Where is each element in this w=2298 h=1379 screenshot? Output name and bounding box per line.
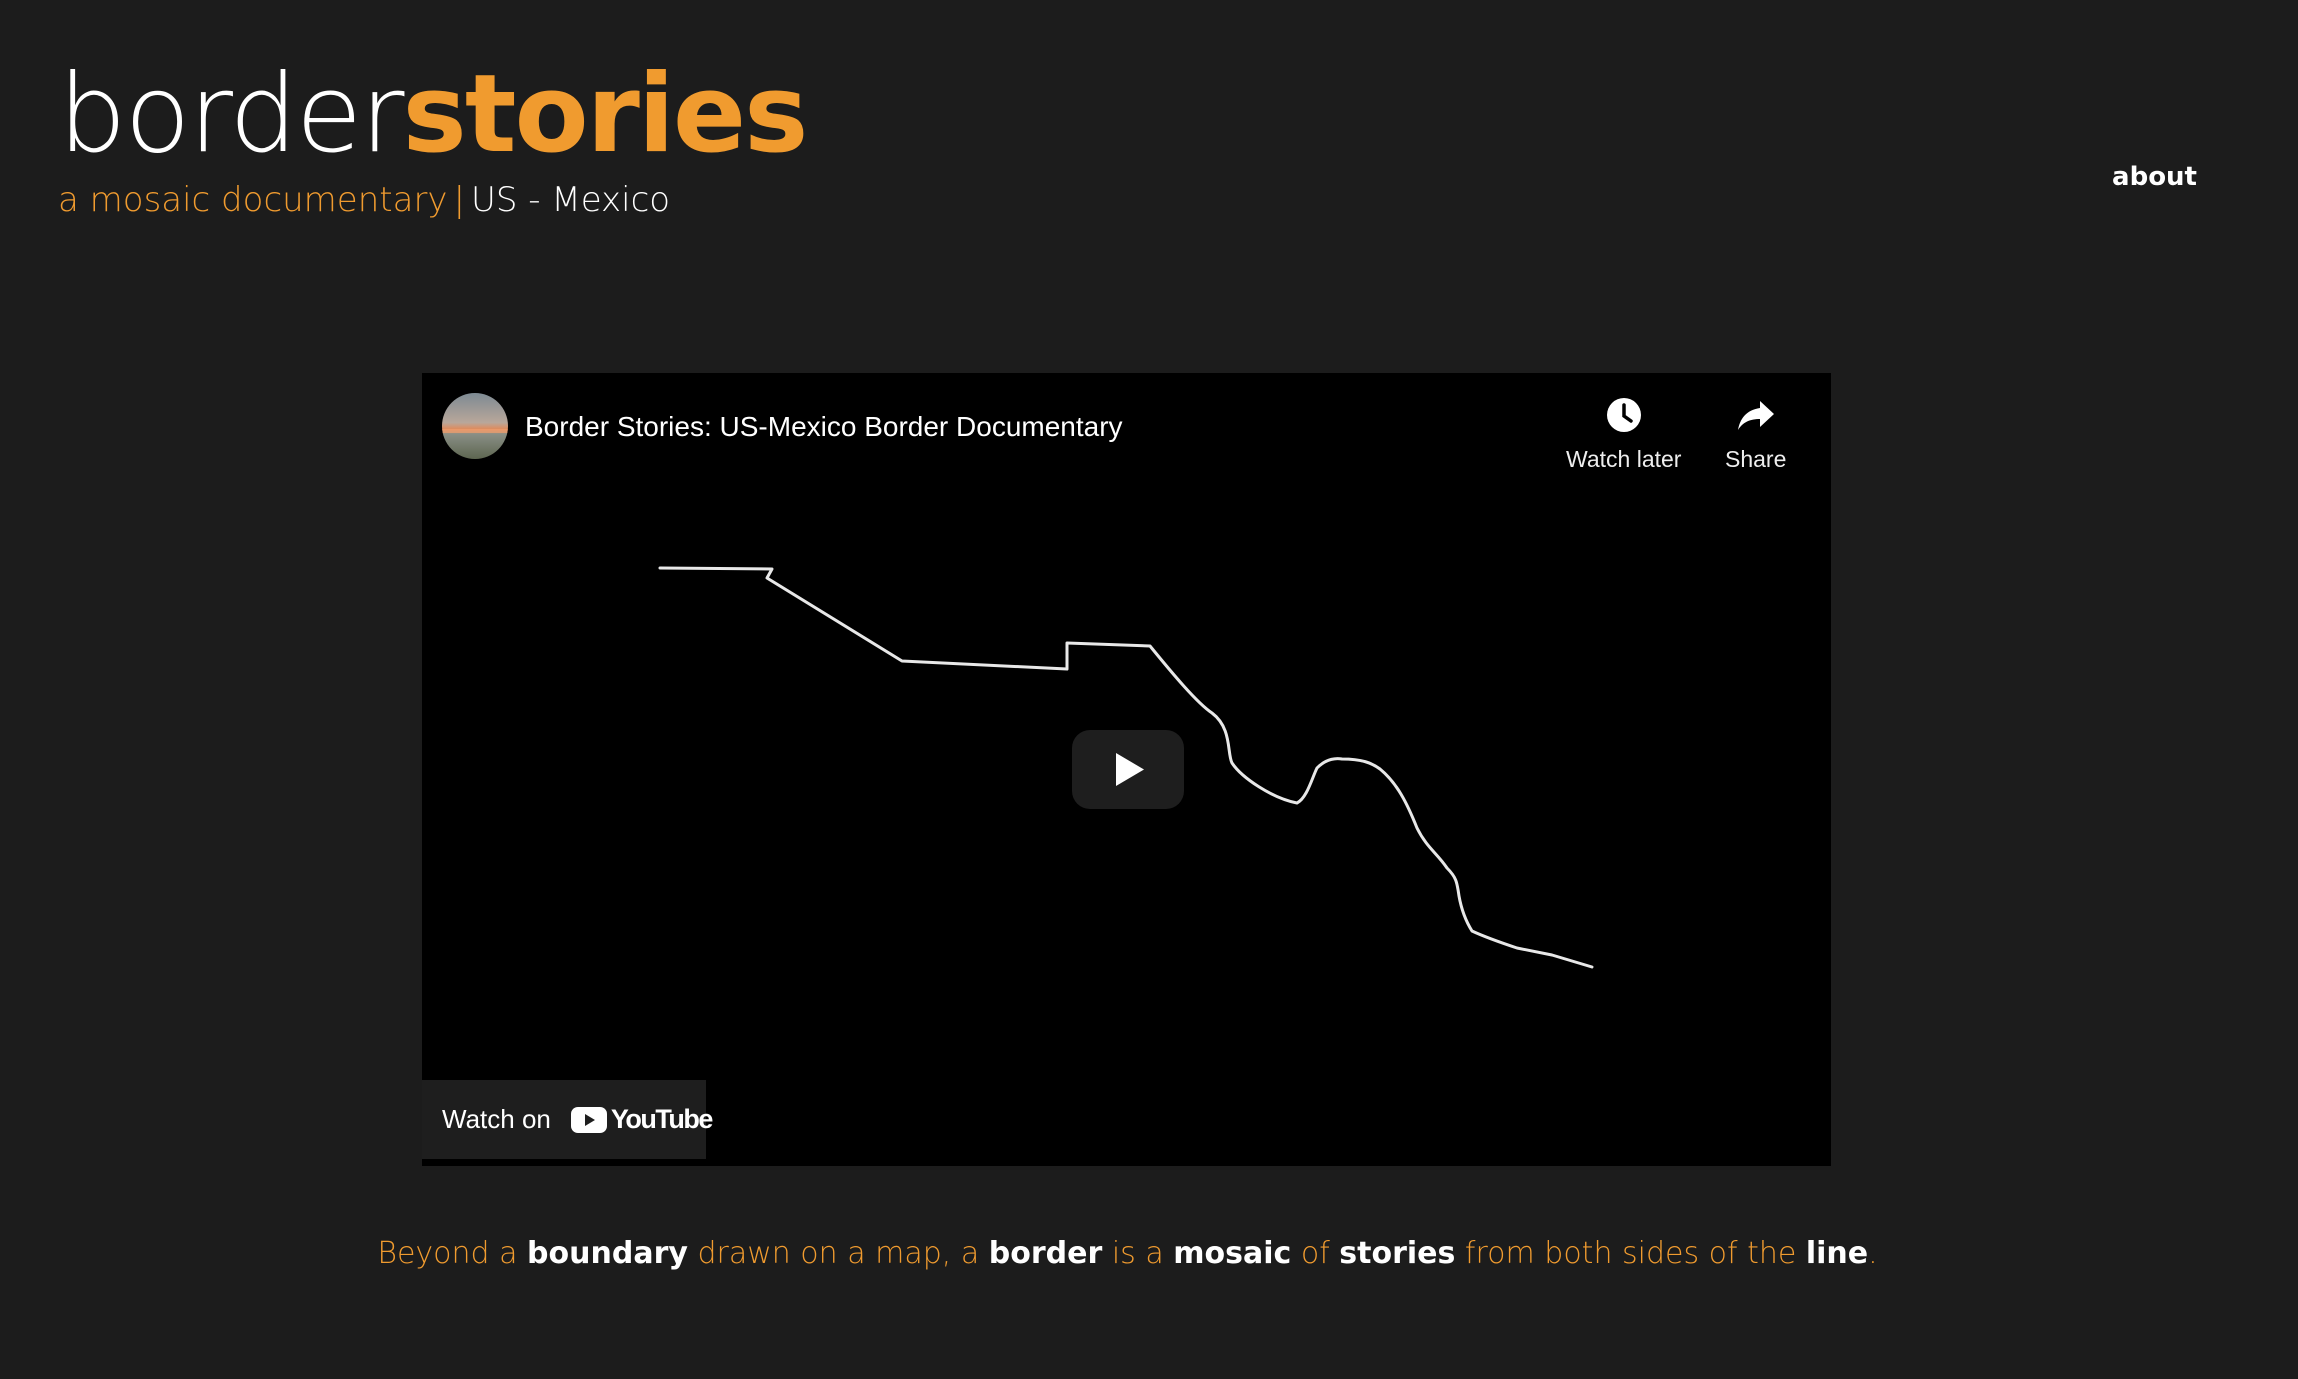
page: borderstories a mosaic documentary | US - … [0,0,2298,1379]
logo-word-stories: stories [402,52,809,177]
channel-avatar[interactable] [442,393,508,459]
caption-text: drawn on a map, a [687,1236,989,1271]
nav-about-link[interactable]: about [2112,162,2197,192]
share-button[interactable]: Share [1725,393,1786,473]
site-logo[interactable]: borderstories [58,40,809,190]
caption-text: of [1291,1236,1340,1271]
caption-emphasis-word: border [988,1236,1103,1271]
tagline: a mosaic documentary | US - Mexico [58,175,670,225]
caption-emphasis-word: boundary [527,1236,688,1271]
caption-emphasis-word: stories [1339,1236,1456,1271]
watch-later-button[interactable]: Watch later [1566,393,1681,473]
youtube-logo: YouTube [570,1104,713,1135]
tagline-subtitle: a mosaic documentary [58,180,448,220]
tagline-region: US - Mexico [471,180,671,220]
clock-icon [1606,398,1641,432]
caption-text: from both sides of the [1455,1236,1806,1271]
logo-word-border: border [58,52,405,177]
channel-avatar-image [442,393,508,459]
watch-on-youtube-button[interactable]: Watch on YouTube [422,1080,713,1159]
caption-text: is a [1102,1236,1174,1271]
youtube-logo-icon [570,1106,607,1133]
watch-later-label: Watch later [1566,446,1682,472]
tagline-separator: | [453,180,466,220]
play-icon [1072,730,1184,809]
youtube-wordmark: YouTube [610,1104,713,1134]
tagline-caption: Beyond a boundary drawn on a map, a bord… [0,1232,2255,1276]
video-title[interactable]: Border Stories: US-Mexico Border Documen… [525,409,1123,445]
caption-text: . [1868,1236,1878,1271]
caption-text: Beyond a [377,1236,528,1271]
share-label: Share [1725,446,1787,472]
watch-on-label: Watch on [442,1104,551,1134]
play-button[interactable] [1072,730,1184,809]
video-embed[interactable]: Border Stories: US-Mexico Border Documen… [422,373,1831,1166]
caption-emphasis-word: line [1805,1236,1869,1271]
share-arrow-icon [1737,401,1774,430]
caption-emphasis-word: mosaic [1173,1236,1292,1271]
